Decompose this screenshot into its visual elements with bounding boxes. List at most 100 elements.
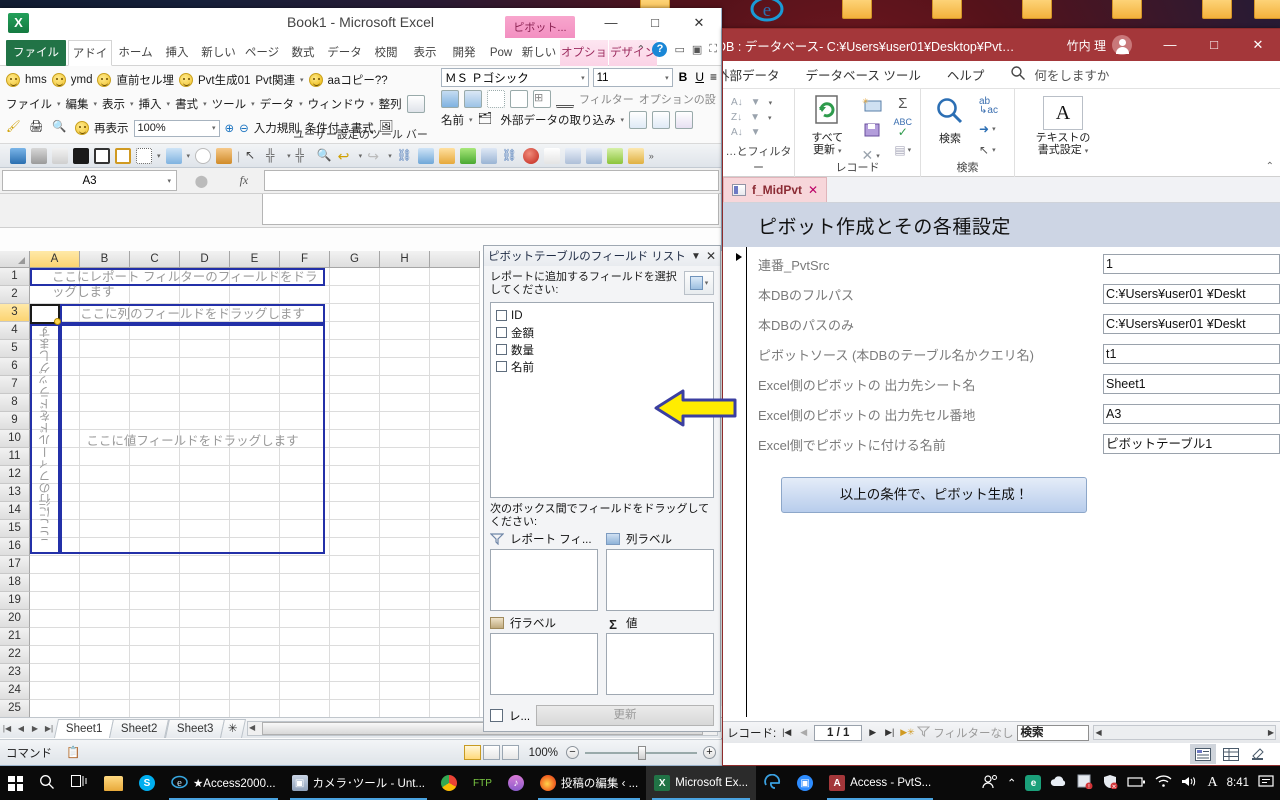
chevron-down-icon[interactable]: ▾ — [621, 116, 625, 124]
grid-cell[interactable] — [130, 574, 180, 592]
grid-cell[interactable] — [380, 682, 430, 700]
spell-check-icon[interactable]: ABC ✓ — [893, 117, 912, 138]
grid-cell[interactable] — [430, 628, 480, 646]
align-icon[interactable]: ≡ — [710, 68, 717, 87]
document-tab-f-midpvt[interactable]: f_MidPvt ✕ — [723, 177, 828, 202]
tab-power[interactable]: Pow — [484, 40, 518, 66]
pivot-row-dropzone[interactable]: ここに行のフィールドをドラッグします — [30, 324, 60, 554]
field-input-pivotsource[interactable]: t1 — [1103, 344, 1280, 364]
grid-cell[interactable] — [380, 268, 430, 286]
grid-cell[interactable] — [180, 592, 230, 610]
grid-cell[interactable] — [330, 286, 380, 304]
grid-cell[interactable] — [330, 502, 380, 520]
datasheet-view-button[interactable] — [1218, 744, 1244, 764]
access-window[interactable]: DB : データベース- C:¥Users¥user01¥Desktop¥Pvt… — [722, 28, 1280, 766]
grid-cell[interactable] — [230, 664, 280, 682]
field-item-namae[interactable]: 名前 — [496, 358, 708, 375]
grid-cell[interactable] — [80, 574, 130, 592]
next-sheet-button[interactable]: ▶ — [28, 724, 42, 733]
generate-pivot-button[interactable]: 以上の条件で、ピボット生成！ — [781, 477, 1087, 513]
cancel-icon[interactable] — [522, 147, 539, 164]
copy-icon[interactable] — [52, 147, 68, 164]
view-page-layout-button[interactable] — [482, 745, 500, 760]
zoom-slider-knob[interactable] — [638, 745, 646, 760]
desktop-icon-internet-explorer[interactable]: e — [746, 0, 788, 27]
grid-cell[interactable] — [180, 286, 230, 304]
four-cell-icon[interactable]: ⊞ — [533, 90, 551, 108]
excel-maximize-button[interactable]: □ — [633, 8, 677, 38]
pivot-values-dropzone[interactable]: ここに値フィールドをドラッグします — [60, 324, 325, 554]
chevron-down-icon[interactable]: ▾ — [251, 100, 255, 108]
grid-cell[interactable] — [380, 574, 430, 592]
formula-input[interactable] — [264, 170, 719, 191]
chevron-down-icon[interactable]: ▾ — [167, 100, 171, 108]
grid-cell[interactable] — [330, 700, 380, 718]
save-record-icon[interactable] — [861, 122, 883, 141]
name-box[interactable]: A3 ▾ — [2, 170, 177, 191]
grid-cell[interactable] — [130, 628, 180, 646]
field-input-sheetname[interactable]: Sheet1 — [1103, 374, 1280, 394]
undo-icon[interactable]: ↩ — [338, 148, 354, 164]
underline-border-icon[interactable] — [556, 90, 574, 108]
grid-cell[interactable] — [330, 646, 380, 664]
excel-minimize-button[interactable]: — — [589, 8, 633, 38]
row-header-21[interactable]: 21 — [0, 628, 30, 646]
column-header-D[interactable]: D — [180, 251, 230, 268]
grid-cell[interactable] — [130, 700, 180, 718]
grid-cell[interactable] — [30, 556, 80, 574]
grid-cell[interactable] — [180, 646, 230, 664]
taskbar-item-edge[interactable] — [756, 766, 789, 800]
pivot-layout-icon[interactable] — [441, 90, 459, 108]
grid-cell[interactable] — [230, 610, 280, 628]
start-button[interactable] — [0, 766, 31, 800]
tell-me-input[interactable]: 何をしますか — [1034, 65, 1109, 84]
taskbar-item-access2000[interactable]: e ★Access2000... — [163, 766, 284, 800]
insert-row-icon[interactable]: ╬ — [266, 148, 282, 164]
grid-cell[interactable] — [380, 646, 430, 664]
split-icon[interactable] — [543, 147, 560, 164]
grid-cell[interactable] — [380, 700, 430, 718]
scroll-left-arrow[interactable]: ◀ — [1095, 728, 1101, 737]
update-button[interactable]: 更新 — [536, 705, 714, 726]
avatar[interactable] — [1112, 35, 1132, 55]
taskbar-item-itunes[interactable]: ♪ — [500, 766, 532, 800]
workbook-close-icon[interactable]: ⛶ — [709, 43, 717, 56]
menu-window[interactable]: ウィンドウ — [308, 96, 366, 112]
grid-cell[interactable] — [280, 700, 330, 718]
grid-cell[interactable] — [130, 610, 180, 628]
grid-cell[interactable] — [430, 646, 480, 664]
grid-cell[interactable] — [380, 322, 430, 340]
new-record-icon[interactable]: ✳ — [861, 97, 883, 116]
column-header-G[interactable]: G — [330, 251, 380, 268]
chevron-down-icon[interactable]: ▾ — [581, 74, 585, 82]
grid-cell[interactable] — [180, 664, 230, 682]
grid-cell[interactable] — [180, 628, 230, 646]
grid-cell[interactable] — [280, 610, 330, 628]
edit-icon[interactable] — [165, 147, 182, 164]
field-checkbox[interactable] — [496, 310, 507, 321]
taskbar-skype[interactable]: S — [131, 766, 163, 800]
grid-cell[interactable] — [330, 610, 380, 628]
more-records-icon[interactable]: ▤ ▾ — [894, 143, 911, 157]
field-checkbox[interactable] — [496, 361, 507, 372]
excel-close-button[interactable]: ✕ — [677, 8, 721, 38]
font-name-combobox[interactable]: ＭＳ Ｐゴシック ▾ — [441, 68, 589, 87]
chevron-down-icon[interactable]: ▾ — [57, 100, 61, 108]
field-checkbox[interactable] — [496, 327, 507, 338]
delete-row-icon[interactable]: ╬ — [296, 148, 312, 164]
refresh-all-button[interactable]: すべて 更新 ▾ — [803, 93, 851, 164]
tab-database-tools[interactable]: データベース ツール — [806, 65, 921, 84]
select-cursor-icon[interactable]: ↖ — [245, 148, 261, 164]
grid-cell[interactable] — [380, 628, 430, 646]
grid-cell[interactable] — [380, 592, 430, 610]
filter-status[interactable]: フィルターなし — [916, 725, 1013, 741]
grid-cell[interactable] — [430, 610, 480, 628]
last-sheet-button[interactable]: ▶| — [42, 724, 56, 733]
menu-tools[interactable]: ツール — [212, 96, 247, 112]
grid-cell[interactable] — [380, 502, 430, 520]
tab-formulas[interactable]: 数式 — [284, 40, 322, 66]
zone-dropbox-report-filter[interactable] — [490, 549, 598, 611]
grid-cell[interactable] — [330, 394, 380, 412]
zoom-in-button[interactable]: + — [703, 746, 716, 759]
table-red-dot-icon[interactable] — [417, 147, 434, 164]
